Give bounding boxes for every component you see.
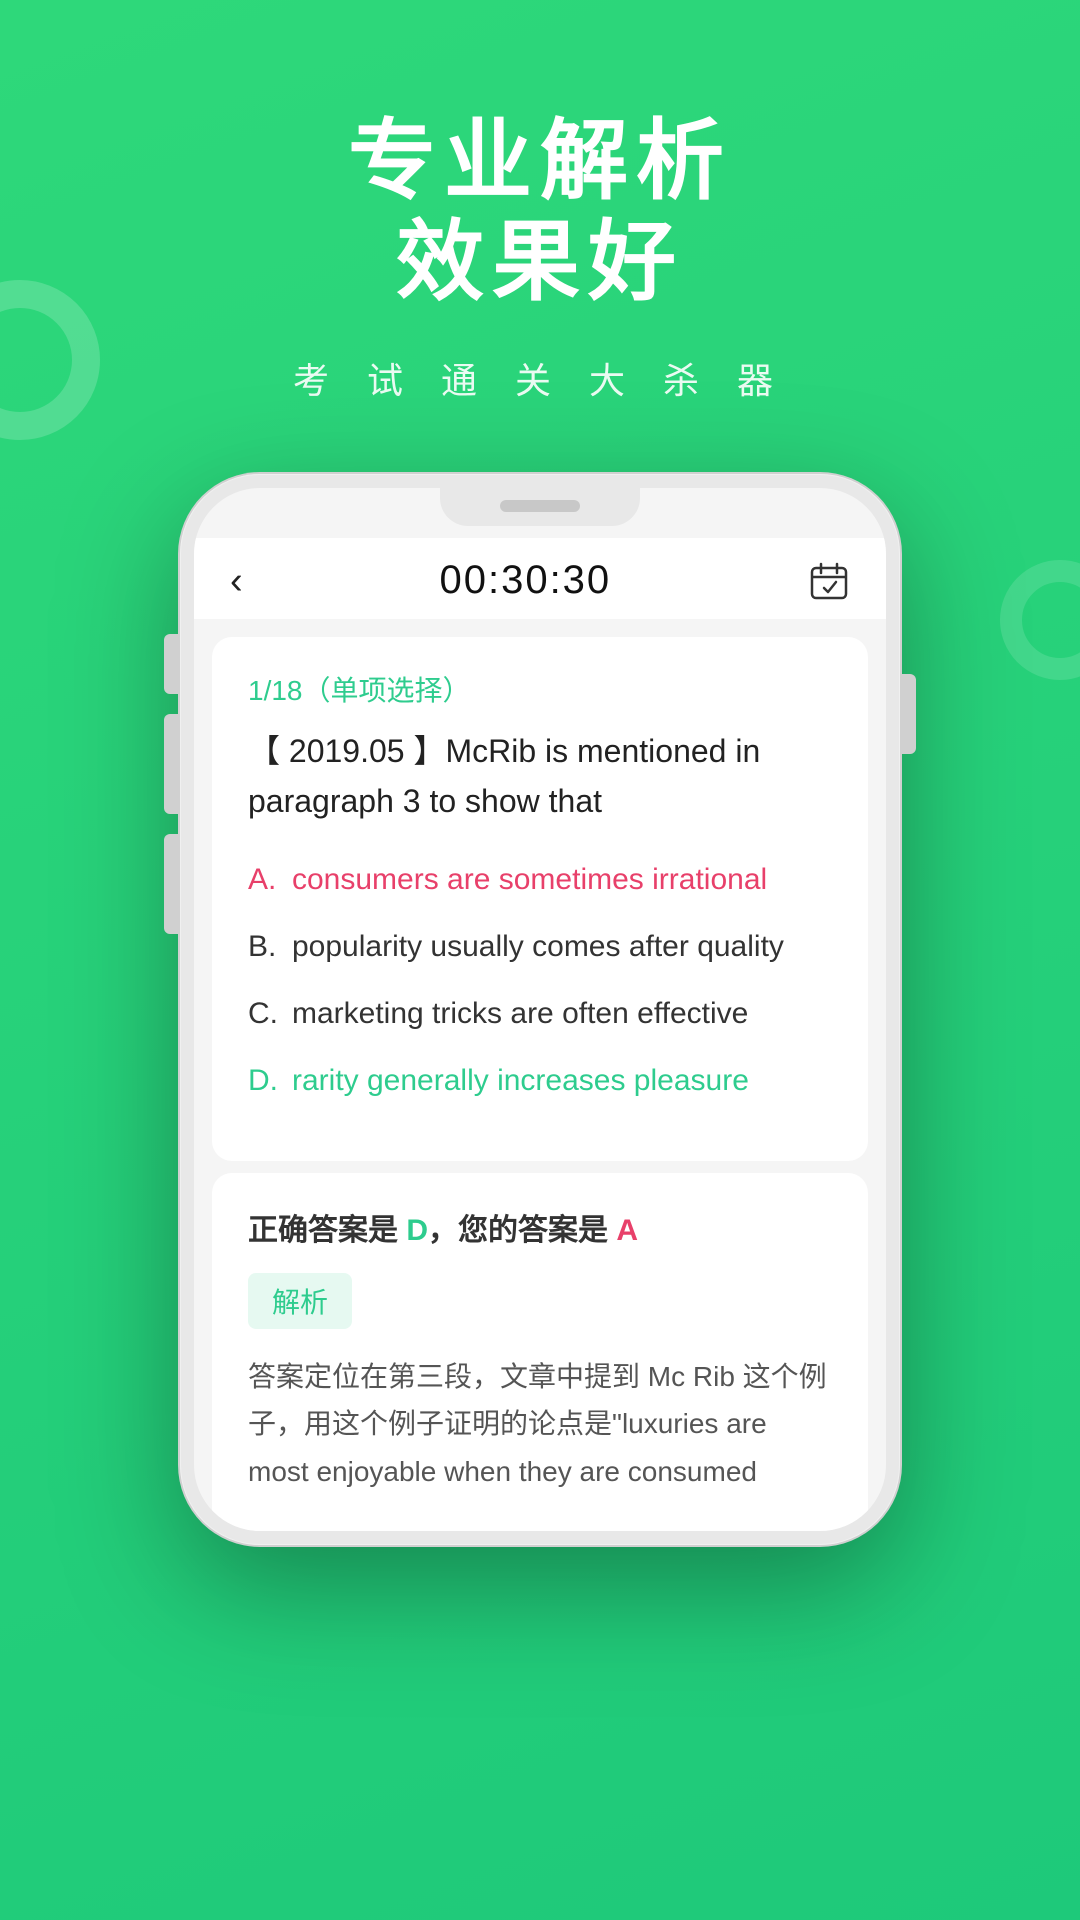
background: 专业解析 效果好 考 试 通 关 大 杀 器 ‹ 00:30:30 <box>0 0 1080 1920</box>
wrong-letter: A <box>616 1214 638 1247</box>
option-d-label: D. <box>248 1058 292 1103</box>
option-c-label: C. <box>248 991 292 1036</box>
correct-answer-line: 正确答案是 D，您的答案是 A <box>248 1205 832 1249</box>
hero-title: 专业解析 效果好 <box>348 110 732 312</box>
option-b-label: B. <box>248 924 292 969</box>
phone-volume-up-button <box>164 714 178 814</box>
deco-circle-right <box>1000 560 1080 680</box>
phone-content: ‹ 00:30:30 1/18（单项选择） <box>194 488 886 1531</box>
question-text: 【 2019.05 】McRib is mentioned in paragra… <box>248 727 832 826</box>
answer-card: 正确答案是 D，您的答案是 A 解析 答案定位在第三段，文章中提到 Mc Rib… <box>212 1173 868 1532</box>
option-c-text: marketing tricks are often effective <box>292 991 832 1036</box>
question-number: 1/18（单项选择） <box>248 669 832 709</box>
mid-text: ，您的答案是 <box>428 1214 616 1247</box>
option-a[interactable]: A. consumers are sometimes irrational <box>248 857 832 902</box>
hero-title-line2: 效果好 <box>348 211 732 312</box>
hero-title-line1: 专业解析 <box>348 110 732 211</box>
option-d-text: rarity generally increases pleasure <box>292 1058 832 1103</box>
option-d[interactable]: D. rarity generally increases pleasure <box>248 1058 832 1103</box>
calendar-icon[interactable] <box>808 560 850 602</box>
option-a-label: A. <box>248 857 292 902</box>
hero-subtitle: 考 试 通 关 大 杀 器 <box>293 352 787 404</box>
phone-mute-button <box>164 634 178 694</box>
phone-screen: ‹ 00:30:30 1/18（单项选择） <box>194 488 886 1531</box>
phone-volume-down-button <box>164 834 178 934</box>
option-c[interactable]: C. marketing tricks are often effective <box>248 991 832 1036</box>
phone-wrapper: ‹ 00:30:30 1/18（单项选择） <box>160 474 920 1545</box>
timer-display: 00:30:30 <box>439 558 611 603</box>
correct-letter: D <box>406 1214 428 1247</box>
analysis-text: 答案定位在第三段，文章中提到 Mc Rib 这个例子，用这个例子证明的论点是"l… <box>248 1353 832 1496</box>
deco-circle-left <box>0 280 100 440</box>
option-b-text: popularity usually comes after quality <box>292 924 832 969</box>
question-card: 1/18（单项选择） 【 2019.05 】McRib is mentioned… <box>212 637 868 1160</box>
option-b[interactable]: B. popularity usually comes after qualit… <box>248 924 832 969</box>
header-bar: ‹ 00:30:30 <box>194 538 886 619</box>
back-button[interactable]: ‹ <box>230 562 243 600</box>
correct-prefix: 正确答案是 <box>248 1214 406 1247</box>
phone-power-button <box>902 674 916 754</box>
option-a-text: consumers are sometimes irrational <box>292 857 832 902</box>
phone-outer: ‹ 00:30:30 1/18（单项选择） <box>180 474 900 1545</box>
analysis-badge: 解析 <box>248 1273 352 1329</box>
phone-speaker <box>500 500 580 512</box>
phone-notch <box>440 488 640 526</box>
